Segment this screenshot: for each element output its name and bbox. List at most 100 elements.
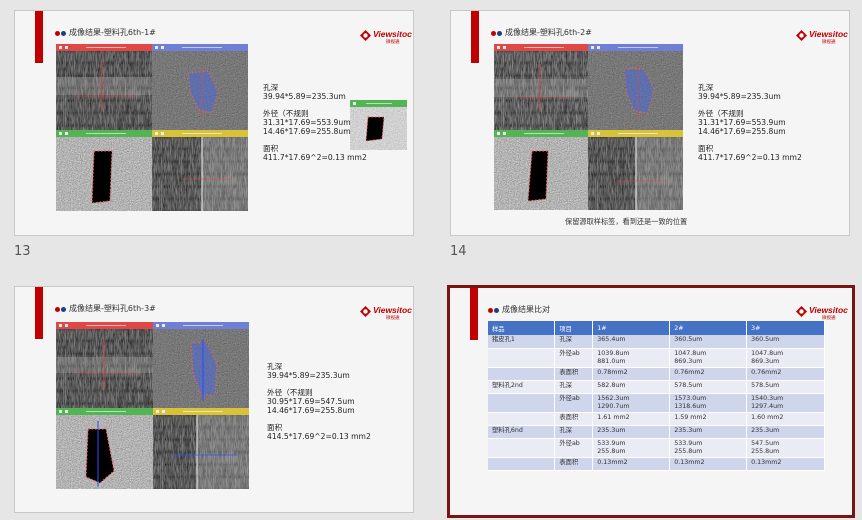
view-toolbar[interactable] [56,322,153,329]
table-row: 猪皮孔1 孔深 365.4um 360.5um 360.5um [488,335,825,349]
table-cell: 235.3um [669,425,748,439]
slide-title: 成像结果-塑料孔6th-3# [69,304,156,313]
table-cell: 533.9um 255.8um [669,438,748,458]
view-toolbar[interactable] [153,322,249,329]
table-cell: 1573.0um 1318.6um [669,393,748,413]
logo-mark-icon [796,306,807,317]
slide-number: 14 [450,244,467,259]
slide-thumbnail-13[interactable]: 成像结果-塑料孔6th-1# Viewsitoc 微视通 孔深 39.94*5.… [14,10,414,236]
view-toolbar[interactable] [56,130,152,137]
slide-accent-bar [471,11,479,63]
table-row: 外径ab 1039.8um 881.0um 1047.8um 869.3um 1047.8… [488,348,825,368]
table-row: 表面积 0.78mm2 0.76mm2 0.76mm2 [488,367,825,381]
company-logo: Viewsitoc 微视通 [360,29,413,47]
table-header-cell: 项目 [554,321,594,335]
image-view-3d[interactable] [588,130,683,210]
table-header-cell: 1# [592,321,671,335]
view-toolbar[interactable] [494,130,588,137]
table-cell: 578.5um [669,380,748,394]
table-cell: 360.5um [746,335,825,349]
image-view-yz[interactable] [494,130,588,210]
table-cell: 0.78mm2 [592,367,671,381]
table-cell: 547.5um 255.8um [746,438,825,458]
table-row: 塑料孔6nd 孔深 235.3um 235.3um 235.3um [488,425,825,439]
image-view-3d[interactable] [152,130,248,211]
image-view-xy[interactable] [152,44,248,130]
table-cell [488,438,556,458]
image-view-xz[interactable] [494,44,588,130]
table-cell: 1540.3um 1297.4um [746,393,825,413]
slide-number: 13 [14,244,31,259]
slide-title: 成像结果-塑料孔6th-1# [69,28,156,37]
table-cell: 533.9um 255.8um [592,438,671,458]
image-view-yz[interactable] [56,408,153,489]
table-header-cell: 2# [669,321,748,335]
slide-thumbnail-16[interactable]: 成像结果比对 Viewsitoc 微视通 样品 项目 1# 2# 3# 猪皮孔1… [447,285,855,518]
table-cell: 孔深 [554,380,594,394]
table-cell: 塑料孔6nd [488,425,556,439]
image-view-xz[interactable] [56,44,152,130]
table-cell: 578.5um [746,380,825,394]
title-bullet-icon [55,31,67,36]
table-cell: 365.4um [592,335,671,349]
logo-mark-icon [796,30,807,41]
table-cell [488,367,556,381]
view-toolbar[interactable] [494,44,588,51]
logo-mark-icon [360,30,371,41]
slide-accent-bar [470,288,478,340]
table-row: 外径ab 533.9um 255.8um 533.9um 255.8um 547.5um 2… [488,438,825,458]
table-header-cell: 样品 [488,321,556,335]
view-toolbar[interactable] [153,408,249,415]
table-cell: 0.76mm2 [669,367,748,381]
measurement-info: 孔深 39.94*5.89=235.3um 外径（不规则 31.31*17.69… [263,83,367,162]
view-toolbar[interactable] [588,44,683,51]
view-toolbar[interactable] [152,130,248,137]
table-cell [488,457,556,471]
table-row: 表面积 1.61 mm2 1.59 mm2 1.60 mm2 [488,412,825,426]
measurement-info: 孔深 39.94*5.89=235.3um 外径（不规则 30.95*17.69… [267,362,371,441]
table-cell: 360.5um [669,335,748,349]
image-view-3d[interactable] [153,408,249,489]
image-view-yz[interactable] [56,130,152,211]
table-cell: 猪皮孔1 [488,335,556,349]
table-cell: 1047.8um 869.3um [746,348,825,368]
table-cell: 孔深 [554,425,594,439]
image-view-xy[interactable] [588,44,683,130]
table-cell: 表面积 [554,412,594,426]
table-cell: 塑料孔2nd [488,380,556,394]
measurement-info: 孔深 39.94*5.89=235.3um 外径（不规则 31.31*17.69… [698,83,802,162]
table-cell: 表面积 [554,367,594,381]
comparison-table: 样品 项目 1# 2# 3# 猪皮孔1 孔深 365.4um 360.5um 360.5… [488,321,825,471]
slide-thumbnail-15[interactable]: 成像结果-塑料孔6th-3# Viewsitoc 微视通 孔深 39.94*5.… [14,286,414,513]
table-cell: 1039.8um 881.0um [592,348,671,368]
table-cell: 235.3um [746,425,825,439]
image-view-xz[interactable] [56,322,153,408]
table-cell: 0.13mm2 [592,457,671,471]
table-cell: 外径ab [554,393,594,413]
table-row: 塑料孔2nd 孔深 582.8um 578.5um 578.5um [488,380,825,394]
slide-caption: 保留源取样标签，看到还是一致的位置 [565,217,688,226]
table-cell: 235.3um [592,425,671,439]
table-cell [488,393,556,413]
title-bullet-icon [55,307,67,312]
company-logo: Viewsitoc 微视通 [796,29,849,47]
title-bullet-icon [488,308,500,313]
table-cell: 1047.8um 869.3um [669,348,748,368]
image-view-xy[interactable] [153,322,249,408]
title-bullet-icon [491,31,503,36]
view-toolbar[interactable] [56,44,152,51]
table-cell: 0.13mm2 [746,457,825,471]
table-cell [488,348,556,368]
view-toolbar[interactable] [588,130,683,137]
slide-accent-bar [35,287,43,339]
view-toolbar[interactable] [56,408,153,415]
table-cell: 1562.3um 1290.7um [592,393,671,413]
table-cell: 1.59 mm2 [669,412,748,426]
table-cell: 表面积 [554,457,594,471]
view-toolbar[interactable] [152,44,248,51]
table-cell [488,412,556,426]
table-cell: 1.60 mm2 [746,412,825,426]
table-row: 表面积 0.13mm2 0.13mm2 0.13mm2 [488,457,825,471]
slide-accent-bar [35,11,43,63]
slide-thumbnail-14[interactable]: 成像结果-塑料孔6th-2# Viewsitoc 微视通 孔深 39.94*5.… [450,10,850,236]
